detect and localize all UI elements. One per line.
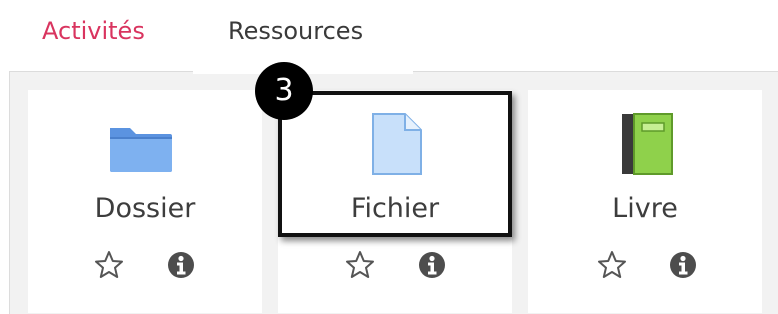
info-icon[interactable] xyxy=(166,250,196,280)
star-icon[interactable] xyxy=(94,250,124,280)
card-livre[interactable]: Livre xyxy=(528,90,762,313)
info-icon[interactable] xyxy=(668,250,698,280)
card-dossier[interactable]: Dossier xyxy=(28,90,262,313)
step-number-badge: 3 xyxy=(255,62,313,120)
tab-ressources[interactable]: Ressources xyxy=(228,14,363,48)
folder-icon xyxy=(110,128,172,172)
card-label: Livre xyxy=(612,193,678,224)
highlight-box xyxy=(278,91,512,237)
star-icon[interactable] xyxy=(345,250,375,280)
book-icon xyxy=(622,113,673,175)
info-icon[interactable] xyxy=(417,250,447,280)
card-label: Dossier xyxy=(94,193,196,224)
star-icon[interactable] xyxy=(597,250,627,280)
tab-activites[interactable]: Activités xyxy=(42,14,145,48)
